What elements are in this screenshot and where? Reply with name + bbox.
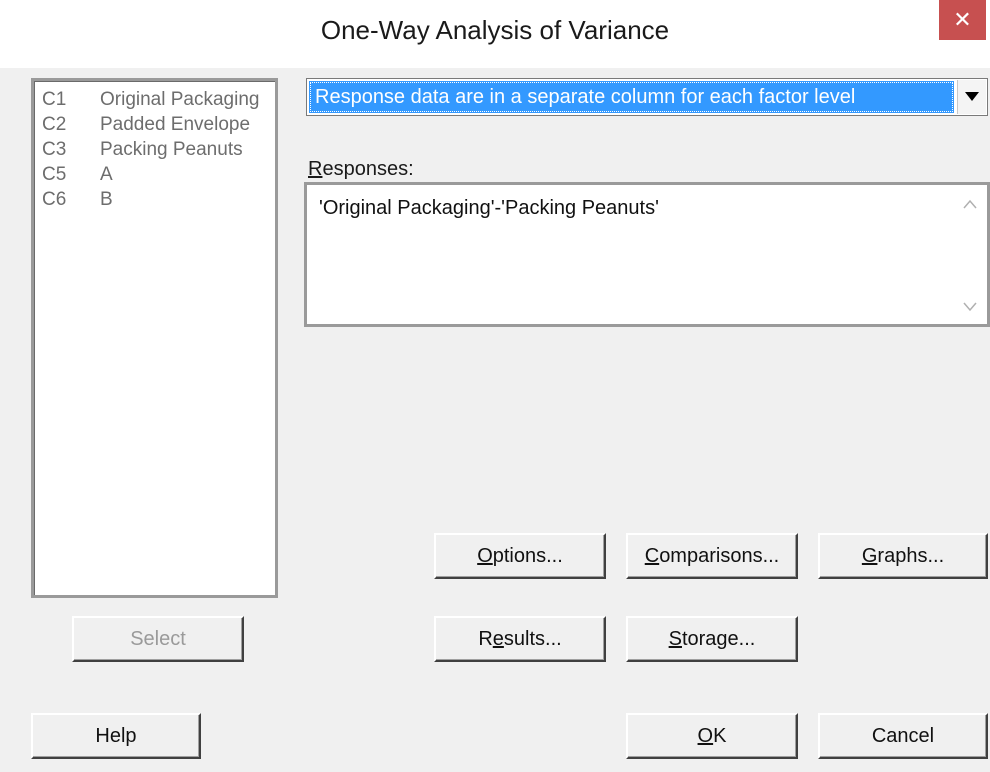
close-icon: ✕ [953,7,972,32]
comparisons-button[interactable]: Comparisons... [626,533,798,579]
results-button[interactable]: Re sults... [434,616,606,662]
variable-column-id: C5 [42,164,67,185]
variable-name: Padded Envelope [100,114,251,135]
graphs-button[interactable]: Graphs... [818,533,988,579]
options-button[interactable]: Options... [434,533,606,579]
variable-item[interactable]: C2 Padded Envelope [42,114,250,140]
variable-item[interactable]: C3 Packing Peanuts [42,139,243,165]
chevron-down-icon [965,92,979,101]
close-button[interactable]: ✕ [939,0,986,40]
help-button[interactable]: Help [31,713,201,759]
variable-column-id: C6 [42,189,67,210]
variable-name: Packing Peanuts [100,139,243,160]
data-layout-dropdown[interactable]: Response data are in a separate column f… [306,78,988,116]
select-button[interactable]: Select [72,616,244,662]
data-layout-selected: Response data are in a separate column f… [309,81,954,113]
dropdown-arrow-button[interactable] [957,80,986,114]
variable-column-id: C2 [42,114,67,135]
variable-list[interactable]: C1 Original Packaging C2 Padded Envelope C… [31,78,278,598]
scroll-down-icon[interactable] [963,302,977,312]
responses-label: Responses: [308,158,414,180]
title-bar: One-Way Analysis of Variance ✕ [0,0,990,68]
variable-item[interactable]: C5 A [42,164,113,190]
ok-button[interactable]: OK [626,713,798,759]
variable-item[interactable]: C6 B [42,189,113,215]
dialog-title: One-Way Analysis of Variance [320,15,670,45]
variable-name: A [100,164,113,185]
cancel-button[interactable]: Cancel [818,713,988,759]
responses-field[interactable]: 'Original Packaging'-'Packing Peanuts' [304,182,990,327]
variable-name: Original Packaging [100,89,260,110]
variable-item[interactable]: C1 Original Packaging [42,89,259,115]
variable-name: B [100,189,113,210]
variable-column-id: C1 [42,89,67,110]
storage-button[interactable]: Storage... [626,616,798,662]
responses-value: 'Original Packaging'-'Packing Peanuts' [319,197,659,219]
variable-column-id: C3 [42,139,67,160]
scroll-up-icon[interactable] [963,199,977,209]
